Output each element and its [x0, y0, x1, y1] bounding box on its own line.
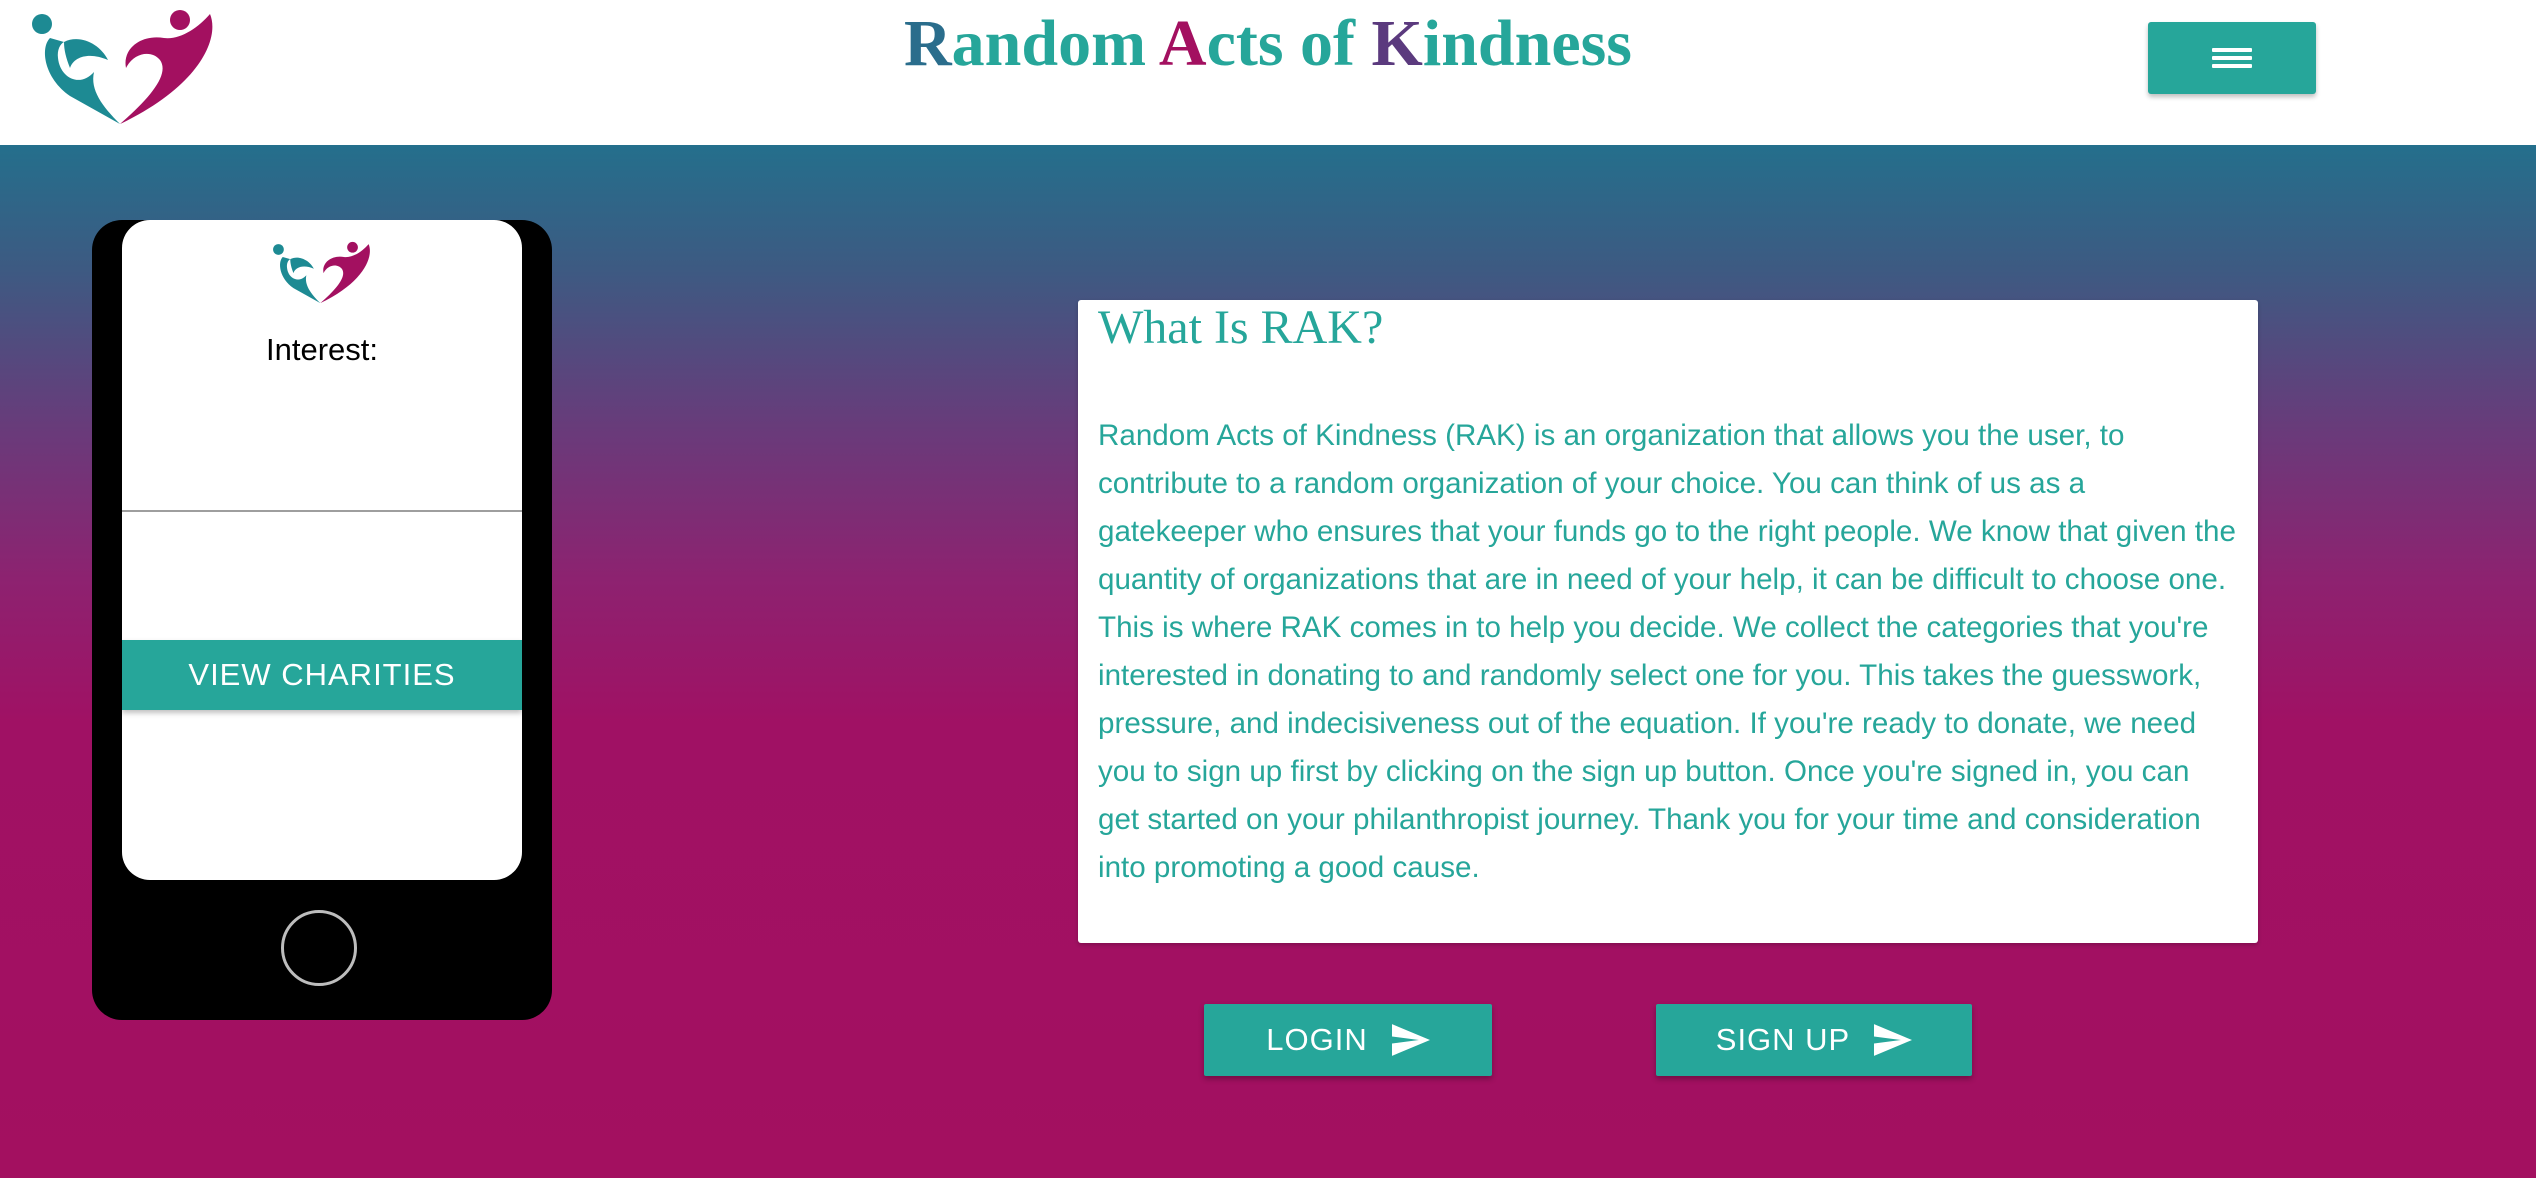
interest-label: Interest:: [266, 332, 378, 367]
title-word-andom: andom: [951, 7, 1159, 80]
login-button[interactable]: LOGIN: [1204, 1004, 1492, 1076]
hero-section: Interest: VIEW CHARITIES What Is RAK? Ra…: [0, 145, 2536, 1178]
about-body: Random Acts of Kindness (RAK) is an orga…: [1098, 419, 2236, 884]
title-letter-k: K: [1371, 7, 1423, 80]
send-icon: [1391, 1024, 1430, 1056]
title-letter-a: A: [1158, 7, 1207, 80]
phone-screen: Interest: VIEW CHARITIES: [122, 220, 522, 880]
view-charities-button[interactable]: VIEW CHARITIES: [122, 640, 522, 710]
title-word-cts-of: cts of: [1206, 7, 1372, 80]
interest-input[interactable]: [122, 438, 522, 512]
signup-label: SIGN UP: [1715, 1022, 1851, 1057]
title-word-indness: indness: [1422, 7, 1632, 80]
about-card: What Is RAK? Random Acts of Kindness (RA…: [1078, 300, 2258, 943]
header: Random Acts of Kindness: [0, 0, 2536, 145]
phone-home-button: [281, 910, 357, 986]
phone-mockup: Interest: VIEW CHARITIES: [92, 220, 552, 1020]
signup-button[interactable]: SIGN UP: [1656, 1004, 1972, 1076]
rak-logo-small: [273, 241, 370, 304]
about-title: What Is RAK?: [1098, 301, 1384, 354]
title-letter-r: R: [904, 7, 952, 80]
page: Random Acts of Kindness Interest: VIEW C…: [0, 0, 2536, 1178]
send-icon: [1874, 1024, 1913, 1056]
menu-button[interactable]: [2148, 22, 2316, 94]
login-label: LOGIN: [1266, 1022, 1368, 1057]
